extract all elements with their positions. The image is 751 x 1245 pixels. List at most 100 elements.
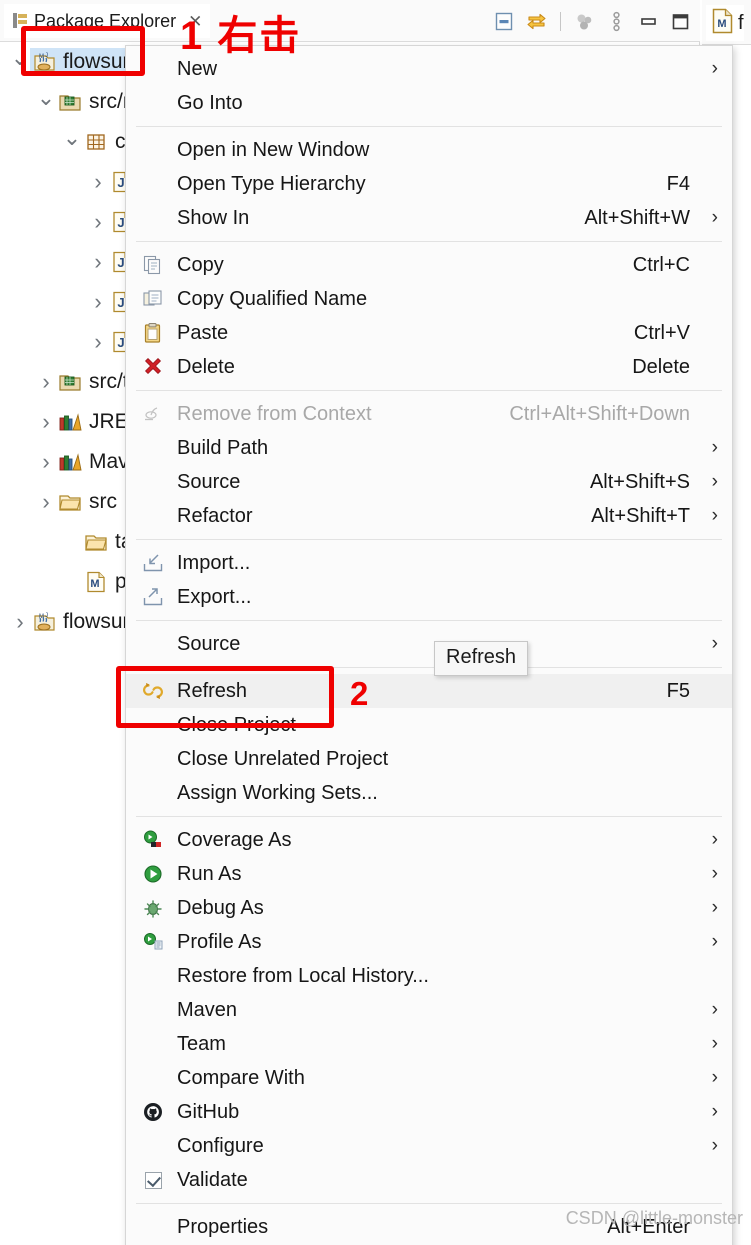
chevron-right-icon[interactable] (88, 291, 108, 313)
menu-item-source[interactable]: Source Alt+Shift+S › (126, 465, 732, 499)
menu-separator (136, 241, 722, 242)
menu-item-label: Coverage As (177, 828, 292, 851)
menu-item-compare-with[interactable]: Compare With › (126, 1061, 732, 1095)
menu-item-no-icon (140, 747, 166, 771)
menu-item-restore-from-local-history[interactable]: Restore from Local History...› (126, 959, 732, 993)
menu-item-team[interactable]: Team › (126, 1027, 732, 1061)
menu-item-github[interactable]: GitHub › (126, 1095, 732, 1129)
menu-item-refresh[interactable]: RefreshF5› (126, 674, 732, 708)
editor-tab-pom[interactable]: M f (706, 5, 744, 41)
menu-item-coverage-as[interactable]: Coverage As › (126, 823, 732, 857)
chevron-right-icon: › (711, 437, 718, 458)
chevron-right-icon[interactable] (36, 491, 56, 513)
svg-text:J: J (117, 215, 124, 230)
menu-item-build-path[interactable]: Build Path › (126, 431, 732, 465)
run-as-icon (140, 862, 166, 886)
menu-item-refactor[interactable]: Refactor Alt+Shift+T › (126, 499, 732, 533)
chevron-right-icon: › (711, 999, 718, 1020)
chevron-right-icon: › (711, 471, 718, 492)
menu-item-maven[interactable]: Maven › (126, 993, 732, 1027)
chevron-down-icon[interactable] (10, 51, 30, 73)
menu-item-label: Open Type Hierarchy (177, 172, 366, 195)
menu-item-no-icon (140, 1134, 166, 1158)
close-icon[interactable]: ✕ (188, 13, 202, 30)
menu-item-source[interactable]: Source › (126, 627, 732, 661)
menu-item-go-into[interactable]: Go Into› (126, 86, 732, 120)
tab-package-explorer[interactable]: Package Explorer ✕ (4, 4, 211, 38)
menu-item-run-as[interactable]: Run As › (126, 857, 732, 891)
java-project-icon: MJ (32, 610, 56, 634)
menu-item-new[interactable]: New › (126, 52, 732, 86)
tree-item-label: flowsur (63, 610, 130, 633)
menu-item-close-unrelated-project[interactable]: Close Unrelated Project› (126, 742, 732, 776)
menu-item-no-icon (140, 436, 166, 460)
export-icon (140, 585, 166, 609)
context-menu[interactable]: New›Go Into›Open in New Window›Open Type… (125, 45, 733, 1245)
svg-text:J: J (117, 175, 124, 190)
maximize-icon[interactable] (669, 10, 692, 33)
menu-item-label: Remove from Context (177, 402, 372, 425)
menu-item-label: Import... (177, 551, 251, 574)
menu-separator (136, 126, 722, 127)
package-icon (84, 130, 108, 154)
menu-item-label: Debug As (177, 896, 264, 919)
menu-item-label: Validate (177, 1168, 248, 1191)
menu-item-label: Paste (177, 321, 229, 344)
chevron-right-icon: › (711, 58, 718, 79)
menu-item-show-in[interactable]: Show In Alt+Shift+W › (126, 201, 732, 235)
menu-item-profile-as[interactable]: Profile As › (126, 925, 732, 959)
menu-item-label: Close Project (177, 713, 296, 736)
chevron-right-icon[interactable] (88, 251, 108, 273)
menu-item-copy-qualified-name[interactable]: Copy Qualified Name› (126, 282, 732, 316)
chevron-right-icon[interactable] (88, 331, 108, 353)
maven-pom-icon: M (711, 8, 734, 39)
menu-item-copy[interactable]: CopyCtrl+C› (126, 248, 732, 282)
chevron-down-icon[interactable] (36, 91, 56, 113)
screenshot-root: Package Explorer ✕ ⌄ M J flowsur ⌄ src/m… (0, 0, 751, 1245)
chevron-right-icon[interactable] (10, 611, 30, 633)
menu-item-export[interactable]: Export...› (126, 580, 732, 614)
chevron-right-icon[interactable] (36, 371, 56, 393)
source-folder-icon (58, 90, 82, 114)
chevron-down-icon[interactable] (62, 131, 82, 153)
menu-item-no-icon (140, 206, 166, 230)
collapse-all-icon[interactable] (493, 10, 516, 33)
menu-item-label: Refresh (177, 679, 248, 702)
menu-item-debug-as[interactable]: Debug As › (126, 891, 732, 925)
minimize-icon[interactable] (637, 10, 660, 33)
link-with-editor-icon[interactable] (525, 10, 548, 33)
menu-item-open-type-hierarchy[interactable]: Open Type HierarchyF4› (126, 167, 732, 201)
tree-item-label: Mav (89, 450, 129, 473)
menu-item-close-project[interactable]: Close Project› (126, 708, 732, 742)
menu-item-shortcut: Ctrl+Alt+Shift+Down (509, 402, 690, 425)
chevron-right-icon: › (711, 897, 718, 918)
chevron-right-icon: › (711, 633, 718, 654)
view-menu-icon[interactable] (605, 10, 628, 33)
focus-on-active-task-icon[interactable] (573, 10, 596, 33)
menu-item-shortcut: Alt+Shift+T (591, 504, 690, 527)
menu-item-open-in-new-window[interactable]: Open in New Window› (126, 133, 732, 167)
remove-from-context-icon (140, 402, 166, 426)
library-icon (58, 410, 82, 434)
menu-item-label: Profile As (177, 930, 262, 953)
menu-item-paste[interactable]: PasteCtrl+V› (126, 316, 732, 350)
menu-item-import[interactable]: Import...› (126, 546, 732, 580)
menu-item-no-icon (140, 504, 166, 528)
menu-item-delete[interactable]: DeleteDelete› (126, 350, 732, 384)
svg-text:J: J (117, 255, 124, 270)
menu-item-no-icon (140, 1032, 166, 1056)
chevron-right-icon[interactable] (88, 211, 108, 233)
menu-item-assign-working-sets[interactable]: Assign Working Sets...› (126, 776, 732, 810)
chevron-right-icon[interactable] (88, 171, 108, 193)
toolbar-separator (560, 11, 561, 31)
folder-icon (84, 530, 108, 554)
menu-item-validate[interactable]: Validate› (126, 1163, 732, 1197)
tree-item-label: flowsur (63, 50, 130, 73)
menu-item-label: Refactor (177, 504, 253, 527)
menu-item-configure[interactable]: Configure › (126, 1129, 732, 1163)
menu-item-shortcut: Ctrl+V (633, 321, 690, 344)
menu-item-label: Open in New Window (177, 138, 370, 161)
chevron-right-icon[interactable] (36, 411, 56, 433)
chevron-right-icon[interactable] (36, 451, 56, 473)
chevron-right-icon: › (711, 1067, 718, 1088)
